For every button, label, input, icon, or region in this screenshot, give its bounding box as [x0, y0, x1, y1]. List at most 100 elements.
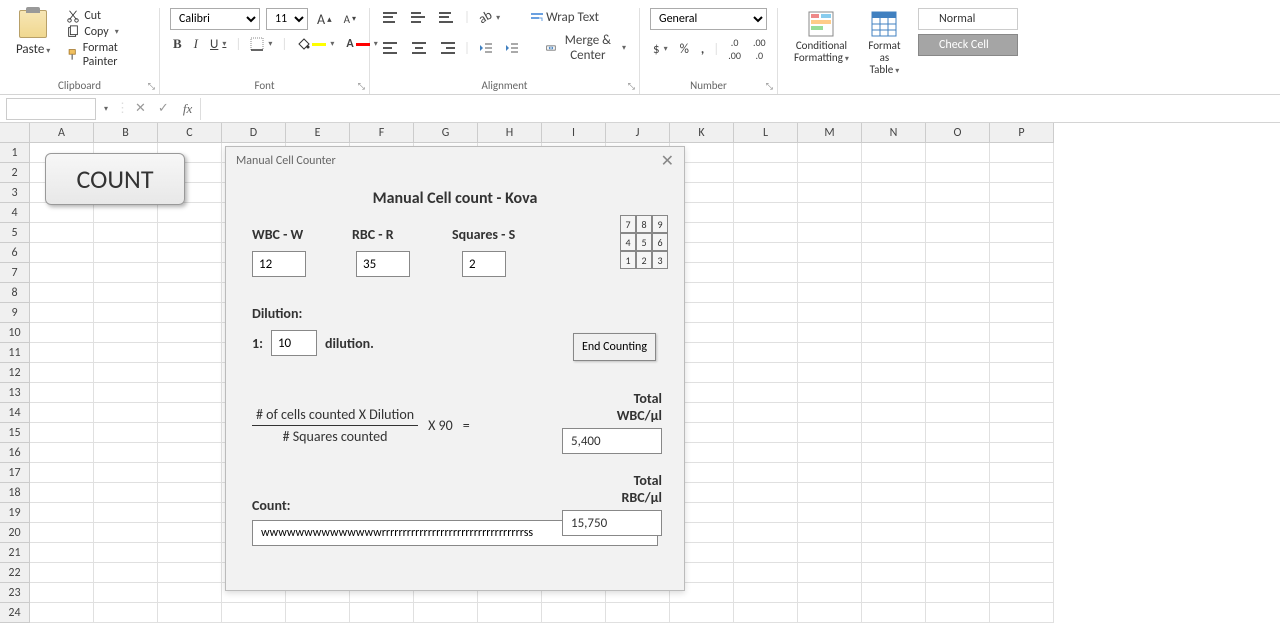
- cell[interactable]: [926, 203, 990, 223]
- increase-font-button[interactable]: A▴: [314, 9, 335, 30]
- format-as-table-button[interactable]: Format asTable▾: [859, 8, 910, 78]
- cell[interactable]: [30, 403, 94, 423]
- align-bottom-button[interactable]: [436, 9, 458, 27]
- cell[interactable]: [94, 283, 158, 303]
- cell[interactable]: [158, 363, 222, 383]
- row-header[interactable]: 16: [0, 443, 30, 463]
- comma-button[interactable]: ,: [698, 40, 707, 59]
- cell[interactable]: [926, 263, 990, 283]
- copy-button[interactable]: Copy▾: [64, 24, 149, 40]
- cell[interactable]: [158, 423, 222, 443]
- cell[interactable]: [158, 303, 222, 323]
- cell[interactable]: [926, 363, 990, 383]
- column-header[interactable]: E: [286, 123, 350, 143]
- cell[interactable]: [734, 323, 798, 343]
- cell[interactable]: [30, 343, 94, 363]
- cell[interactable]: [30, 383, 94, 403]
- column-headers[interactable]: ABCDEFGHIJKLMNOP: [30, 123, 1280, 143]
- cell[interactable]: [798, 143, 862, 163]
- font-name-select[interactable]: Calibri: [170, 8, 260, 30]
- cell[interactable]: [30, 423, 94, 443]
- cell[interactable]: [158, 523, 222, 543]
- cell[interactable]: [862, 363, 926, 383]
- cell[interactable]: [30, 263, 94, 283]
- column-header[interactable]: I: [542, 123, 606, 143]
- cell[interactable]: [734, 503, 798, 523]
- cell[interactable]: [990, 223, 1054, 243]
- cell[interactable]: [862, 303, 926, 323]
- cell[interactable]: [30, 603, 94, 623]
- font-launcher-icon[interactable]: ⤡: [358, 81, 365, 92]
- cell[interactable]: [798, 203, 862, 223]
- decrease-decimal-button[interactable]: .00.0: [750, 34, 769, 64]
- conditional-formatting-button[interactable]: ConditionalFormatting▾: [788, 8, 855, 66]
- fx-icon[interactable]: fx: [175, 101, 200, 117]
- cell[interactable]: [94, 483, 158, 503]
- cell[interactable]: [734, 143, 798, 163]
- cell[interactable]: [286, 603, 350, 623]
- cell[interactable]: [990, 363, 1054, 383]
- cell[interactable]: [94, 563, 158, 583]
- row-header[interactable]: 13: [0, 383, 30, 403]
- cell[interactable]: [158, 483, 222, 503]
- cell[interactable]: [926, 443, 990, 463]
- row-header[interactable]: 4: [0, 203, 30, 223]
- column-header[interactable]: O: [926, 123, 990, 143]
- font-size-select[interactable]: 11: [266, 8, 308, 30]
- cell[interactable]: [350, 603, 414, 623]
- keypad-key[interactable]: 1: [620, 251, 636, 269]
- cell[interactable]: [30, 563, 94, 583]
- cell[interactable]: [94, 263, 158, 283]
- keypad-key[interactable]: 5: [636, 233, 652, 251]
- cell[interactable]: [158, 223, 222, 243]
- cell[interactable]: [734, 243, 798, 263]
- cell[interactable]: [990, 563, 1054, 583]
- cell[interactable]: [734, 403, 798, 423]
- cell[interactable]: [30, 303, 94, 323]
- cell[interactable]: [94, 323, 158, 343]
- cell[interactable]: [926, 483, 990, 503]
- cell[interactable]: [862, 163, 926, 183]
- cell[interactable]: [990, 163, 1054, 183]
- cell[interactable]: [990, 143, 1054, 163]
- cell[interactable]: [862, 403, 926, 423]
- decrease-font-button[interactable]: A▾: [341, 11, 359, 28]
- column-header[interactable]: H: [478, 123, 542, 143]
- cell[interactable]: [30, 203, 94, 223]
- cell[interactable]: [862, 443, 926, 463]
- row-header[interactable]: 19: [0, 503, 30, 523]
- cell[interactable]: [670, 603, 734, 623]
- cell[interactable]: [926, 503, 990, 523]
- cell[interactable]: [862, 523, 926, 543]
- cell[interactable]: [94, 463, 158, 483]
- cell[interactable]: [798, 583, 862, 603]
- cell[interactable]: [606, 603, 670, 623]
- cell[interactable]: [158, 463, 222, 483]
- cell[interactable]: [798, 263, 862, 283]
- cell[interactable]: [862, 323, 926, 343]
- cell[interactable]: [30, 463, 94, 483]
- spreadsheet-grid[interactable]: ABCDEFGHIJKLMNOP 12345678910111213141516…: [0, 123, 1280, 640]
- cell[interactable]: [30, 443, 94, 463]
- keypad-key[interactable]: 7: [620, 215, 636, 233]
- wrap-text-button[interactable]: Wrap Text: [527, 8, 602, 27]
- cell[interactable]: [926, 283, 990, 303]
- cell[interactable]: [734, 483, 798, 503]
- cell[interactable]: [798, 423, 862, 443]
- cell[interactable]: [30, 223, 94, 243]
- cell[interactable]: [798, 363, 862, 383]
- cell[interactable]: [94, 203, 158, 223]
- orientation-button[interactable]: ab▾: [476, 8, 503, 27]
- wbc-input[interactable]: [252, 251, 306, 277]
- cell[interactable]: [94, 523, 158, 543]
- cell[interactable]: [990, 323, 1054, 343]
- cell[interactable]: [990, 203, 1054, 223]
- cell[interactable]: [94, 503, 158, 523]
- cell[interactable]: [862, 463, 926, 483]
- cell[interactable]: [158, 323, 222, 343]
- cell[interactable]: [158, 543, 222, 563]
- keypad-key[interactable]: 3: [652, 251, 668, 269]
- cell[interactable]: [798, 223, 862, 243]
- cell[interactable]: [798, 403, 862, 423]
- column-header[interactable]: M: [798, 123, 862, 143]
